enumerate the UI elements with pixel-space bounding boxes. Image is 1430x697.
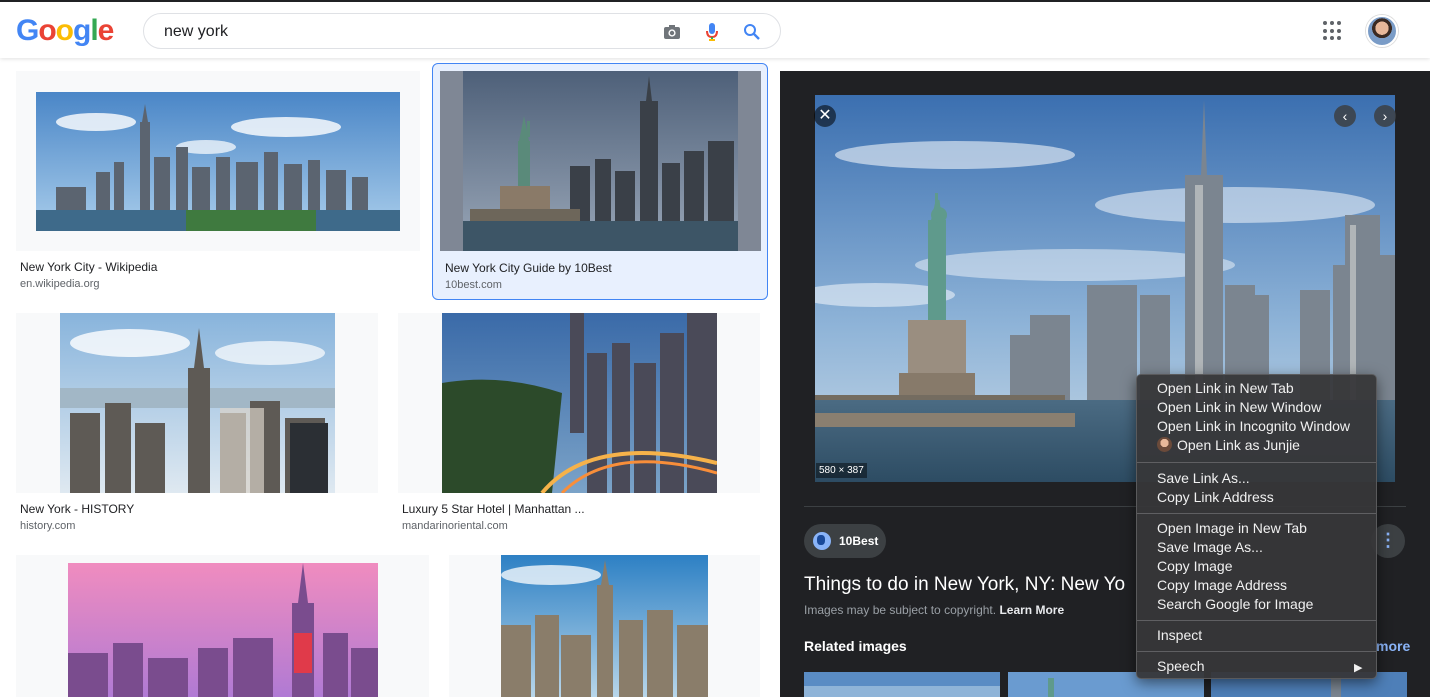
related-image[interactable] [804, 672, 1000, 697]
result-image-card-selected[interactable]: New York City Guide by 10Best 10best.com [432, 63, 768, 300]
context-menu: Open Link in New Tab Open Link in New Wi… [1136, 374, 1377, 679]
menu-separator [1137, 462, 1376, 463]
result-thumbnail[interactable] [36, 92, 400, 231]
preview-title[interactable]: Things to do in New York, NY: New Yo [804, 574, 1125, 596]
menu-item-copy-image[interactable]: Copy Image [1157, 558, 1232, 574]
copyright-text: Images may be subject to copyright. [804, 603, 997, 617]
result-thumbnail[interactable] [501, 555, 708, 697]
result-title[interactable]: Luxury 5 Star Hotel | Manhattan ... [402, 502, 585, 516]
menu-separator [1137, 651, 1376, 652]
top-bar: Google new york [0, 0, 1430, 58]
logo-letter: G [16, 14, 39, 47]
logo-letter: o [38, 14, 56, 47]
menu-separator [1137, 620, 1376, 621]
learn-more-link[interactable]: Learn More [999, 603, 1064, 617]
menu-item-label: Open Link as Junjie [1177, 437, 1300, 453]
result-domain: 10best.com [445, 279, 502, 291]
image-dimensions: 580 × 387 [816, 463, 867, 478]
result-image-card[interactable] [16, 555, 429, 697]
logo-letter: l [90, 14, 98, 47]
result-image-card[interactable]: Luxury 5 Star Hotel | Manhattan ... mand… [398, 313, 760, 532]
menu-item-open-link-new-window[interactable]: Open Link in New Window [1157, 399, 1321, 415]
apps-grid-icon[interactable] [1323, 21, 1343, 41]
previous-button[interactable]: ‹ [1334, 105, 1356, 127]
close-icon: ✕ [818, 107, 832, 124]
next-button[interactable]: › [1374, 105, 1396, 127]
globe-icon [813, 532, 831, 550]
logo-letter: g [73, 14, 91, 47]
chevron-left-icon: ‹ [1342, 108, 1348, 124]
result-title[interactable]: New York City Guide by 10Best [445, 261, 612, 275]
menu-item-copy-link-address[interactable]: Copy Link Address [1157, 489, 1274, 505]
copyright-notice: Images may be subject to copyright. Lear… [804, 603, 1064, 617]
logo-letter: o [55, 14, 74, 47]
submenu-arrow-icon: ▶ [1354, 662, 1363, 674]
menu-item-search-google-for-image[interactable]: Search Google for Image [1157, 596, 1313, 612]
menu-item-speech[interactable]: Speech [1157, 658, 1204, 674]
result-thumbnail[interactable] [68, 563, 378, 697]
search-icon[interactable] [742, 22, 762, 42]
result-thumbnail[interactable] [60, 313, 335, 493]
logo-letter: e [97, 14, 115, 47]
menu-item-save-image-as[interactable]: Save Image As... [1157, 539, 1263, 555]
menu-item-save-link-as[interactable]: Save Link As... [1157, 470, 1250, 486]
menu-separator [1137, 513, 1376, 514]
menu-item-inspect[interactable]: Inspect [1157, 627, 1202, 643]
more-vertical-icon: ⋮ [1379, 530, 1397, 550]
avatar[interactable] [1366, 15, 1398, 47]
menu-item-open-link-as-profile[interactable]: Open Link as Junjie [1157, 437, 1300, 453]
camera-icon[interactable] [662, 22, 682, 42]
menu-item-open-image-new-tab[interactable]: Open Image in New Tab [1157, 520, 1307, 536]
result-domain: en.wikipedia.org [20, 278, 100, 290]
source-name: 10Best [839, 534, 879, 548]
search-box[interactable]: new york [143, 13, 781, 49]
result-image-card[interactable]: New York - HISTORY history.com [16, 313, 378, 532]
result-title[interactable]: New York - HISTORY [20, 502, 134, 516]
close-button[interactable]: ✕ [814, 105, 836, 127]
result-title[interactable]: New York City - Wikipedia [20, 260, 157, 274]
result-domain: history.com [20, 520, 76, 532]
profile-avatar-icon [1157, 437, 1172, 452]
related-images-heading: Related images [804, 638, 907, 654]
result-image-card[interactable]: New York City - Wikipedia en.wikipedia.o… [16, 71, 420, 290]
microphone-icon[interactable] [702, 22, 722, 42]
google-logo[interactable]: Google [16, 14, 115, 48]
google-images-page: Google new york New York City - Wikipedi… [0, 0, 1430, 697]
result-domain: mandarinoriental.com [402, 520, 508, 532]
menu-item-open-link-incognito[interactable]: Open Link in Incognito Window [1157, 418, 1350, 434]
view-more-link[interactable]: more [1376, 638, 1410, 654]
chevron-right-icon: › [1382, 108, 1388, 124]
result-image-card[interactable] [449, 555, 760, 697]
search-input[interactable]: new york [164, 23, 228, 41]
source-chip[interactable]: 10Best [804, 524, 886, 558]
result-thumbnail[interactable] [440, 71, 761, 251]
result-thumbnail[interactable] [442, 313, 717, 493]
menu-item-copy-image-address[interactable]: Copy Image Address [1157, 577, 1287, 593]
menu-item-open-link-new-tab[interactable]: Open Link in New Tab [1157, 380, 1294, 396]
